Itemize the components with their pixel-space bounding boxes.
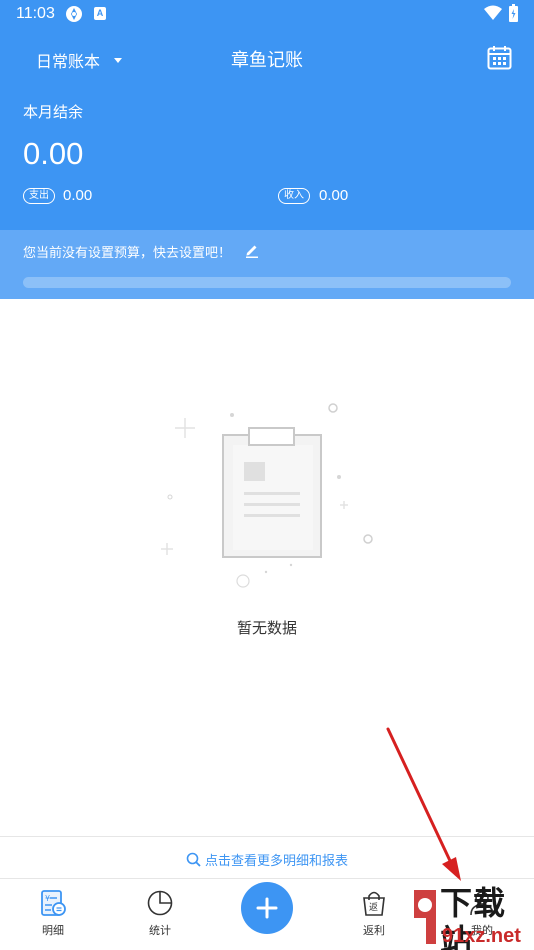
budget-banner[interactable]: 您当前没有设置预算，快去设置吧！ (0, 230, 534, 299)
nav-tab-stats[interactable]: 统计 (130, 889, 190, 945)
budget-progress-bar (23, 277, 511, 288)
svg-text:返: 返 (369, 901, 378, 913)
watermark-logo-icon (414, 890, 436, 944)
income-value: 0.00 (319, 187, 349, 204)
pie-chart-icon (147, 890, 173, 916)
budget-message: 您当前没有设置预算，快去设置吧！ (23, 246, 232, 261)
monthly-balance-label: 本月结余 (23, 103, 84, 121)
notification-a-icon: A (94, 7, 106, 20)
empty-clipboard-illustration (161, 403, 373, 588)
watermark-url: 91xz.net (442, 925, 521, 947)
annotation-arrow (386, 727, 461, 881)
watermark: 下载站 91xz.net (410, 884, 534, 950)
svg-text:¥: ¥ (45, 894, 50, 903)
wifi-icon (484, 5, 502, 20)
shopping-bag-icon: 返 (363, 891, 385, 916)
battery-icon (509, 4, 518, 22)
income-tag: 收入 (278, 188, 310, 204)
nav-label-rebate: 返利 (363, 924, 385, 937)
search-icon (186, 852, 201, 867)
add-record-button[interactable] (241, 882, 293, 934)
nav-label-detail: 明细 (42, 924, 64, 937)
edit-pencil-icon[interactable] (244, 242, 260, 258)
monthly-balance-value: 0.00 (23, 136, 84, 171)
nav-tab-detail[interactable]: ¥ 明细 (23, 889, 83, 945)
view-more-label: 点击查看更多明细和报表 (204, 853, 348, 869)
nav-label-stats: 统计 (149, 924, 171, 937)
calendar-icon[interactable] (487, 45, 512, 70)
status-bar: 11:03 A (0, 0, 534, 30)
sync-icon (66, 6, 82, 22)
status-time: 11:03 (16, 5, 55, 22)
expense-tag: 支出 (23, 188, 55, 204)
empty-state-text: 暂无数据 (236, 619, 297, 637)
expense-value: 0.00 (63, 187, 93, 204)
nav-tab-rebate[interactable]: 返 返利 (344, 889, 404, 945)
header-panel: 11:03 A 日常账本 章鱼记账 本月结余 0.00 支出 0.00 收入 0… (0, 0, 534, 299)
app-title: 章鱼记账 (231, 50, 303, 71)
ledger-icon: ¥ (41, 890, 66, 916)
plus-icon (256, 897, 278, 919)
